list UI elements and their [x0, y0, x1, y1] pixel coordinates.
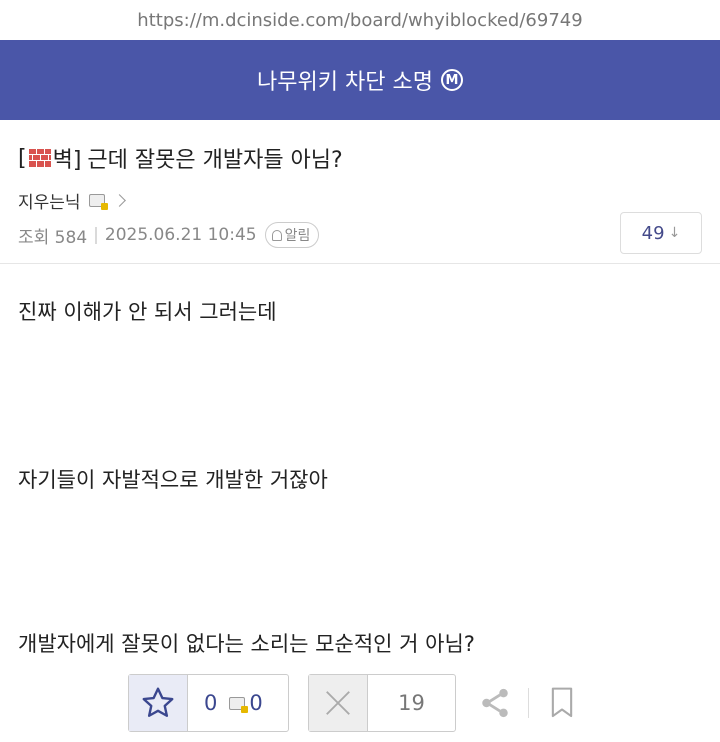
close-x-icon [326, 691, 350, 715]
fixed-recommend: 0 [229, 675, 263, 731]
minor-gallery-badge-icon: M [440, 69, 463, 91]
bookmark-button[interactable] [548, 686, 576, 720]
alarm-button[interactable]: 알림 [264, 222, 320, 248]
comment-count: 49 [641, 222, 665, 244]
bell-icon [271, 229, 282, 241]
star-icon [142, 687, 174, 717]
not-recommend-count: 19 [398, 691, 425, 715]
fixed-nick-icon [229, 696, 249, 713]
recommend-button[interactable] [129, 675, 188, 731]
post-meta: 조회 584 | 2025.06.21 10:45 알림 [18, 222, 320, 248]
recommend-count: 0 [204, 691, 218, 715]
post-datetime: 2025.06.21 10:45 [104, 225, 257, 245]
url-text: https://m.dcinside.com/board/whyiblocked… [137, 9, 583, 31]
post-title-row: [ 벽] 근데 잘못은 개발자들 아님? [18, 120, 702, 174]
author-link[interactable]: 지우는닉 [18, 188, 702, 213]
body-paragraph: 개발자에게 잘못이 없다는 소리는 모순적인 거 아님? [18, 632, 475, 656]
author-nickname: 지우는닉 [18, 193, 81, 213]
view-count: 조회 584 [18, 227, 88, 248]
bookmark-icon [551, 687, 573, 718]
post-title: 근데 잘못은 개발자들 아님? [87, 148, 343, 173]
chevron-right-icon [112, 194, 126, 207]
title-prefix: 벽] [52, 148, 82, 173]
gallery-header[interactable]: 나무위키 차단 소명 M [0, 40, 720, 120]
body-paragraph: 진짜 이해가 안 되서 그러는데 [18, 300, 277, 324]
fixed-recommend-count: 0 [249, 691, 263, 715]
action-bar: 0 0 19 [0, 674, 720, 734]
brick-emoji-icon [28, 149, 51, 167]
alarm-label: 알림 [284, 228, 311, 244]
post-header: [ 벽] 근데 잘못은 개발자들 아님? 지우는닉 조회 584 | 2025.… [0, 120, 720, 264]
gallery-title: 나무위키 차단 소명 [257, 70, 433, 95]
not-recommend-button[interactable] [309, 675, 368, 731]
meta-divider: | [93, 225, 99, 245]
share-button[interactable] [478, 686, 512, 720]
title-bracket: [ [18, 145, 27, 171]
fixed-nick-icon [88, 194, 108, 210]
not-recommend-group: 19 [308, 674, 456, 732]
post-body: 진짜 이해가 안 되서 그러는데 자기들이 자발적으로 개발한 거잖아 개발자에… [0, 264, 720, 669]
divider [528, 688, 529, 718]
body-paragraph: 자기들이 자발적으로 개발한 거잖아 [18, 468, 328, 492]
comment-jump-button[interactable]: 49 ↓ [620, 212, 702, 254]
arrow-down-icon: ↓ [668, 225, 681, 241]
address-bar[interactable]: https://m.dcinside.com/board/whyiblocked… [0, 0, 720, 40]
recommend-group: 0 0 [128, 674, 289, 732]
share-icon [482, 688, 508, 718]
